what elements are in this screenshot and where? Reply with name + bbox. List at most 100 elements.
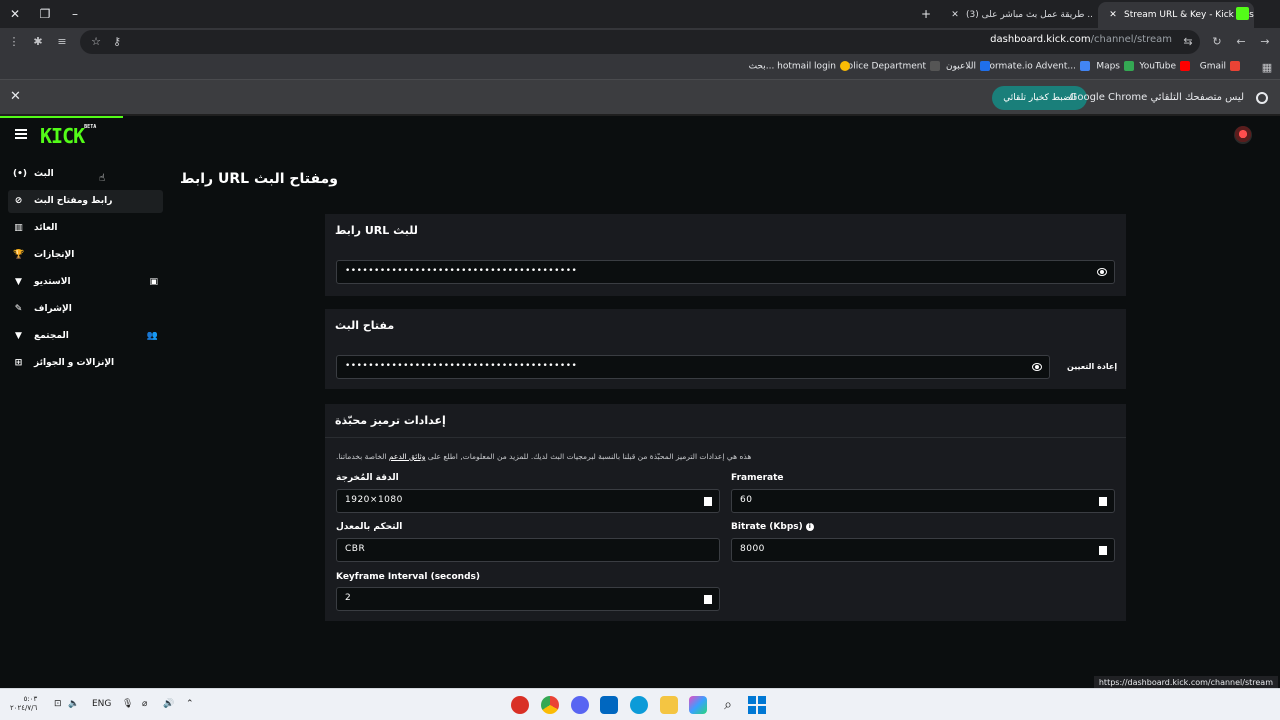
field-value: 2 <box>345 593 352 603</box>
forward-icon[interactable]: → <box>1256 33 1274 51</box>
reset-key-button[interactable]: إعادة التعيين <box>1059 355 1126 379</box>
keyframe-field[interactable]: 2 <box>336 587 720 611</box>
back-icon[interactable]: ← <box>1232 33 1250 51</box>
sidebar-item-drops[interactable]: ⊞ الإنزالات و الجوائز <box>8 352 163 375</box>
store-icon[interactable] <box>600 696 618 714</box>
sidebar-item-label: الإنجازات <box>34 250 75 260</box>
field-value: 60 <box>740 495 753 505</box>
window-restore-icon[interactable]: ❐ <box>35 4 55 24</box>
sidebar-item-label: المجتمع <box>34 331 69 341</box>
users-icon: 👥 <box>146 331 158 341</box>
copy-icon[interactable] <box>704 595 712 604</box>
bookmark-players[interactable]: اللاعبون <box>946 61 990 72</box>
kick-logo[interactable]: KICKBETA <box>40 124 96 148</box>
resolution-field[interactable]: 1920×1080 <box>336 489 720 513</box>
tab-close-icon[interactable]: ✕ <box>1106 2 1120 28</box>
framerate-field[interactable]: 60 <box>731 489 1115 513</box>
show-hidden-icons-icon[interactable]: ⌃ <box>186 699 194 709</box>
user-avatar[interactable] <box>1234 126 1252 144</box>
stream-url-field[interactable]: •••••••••••••••••••••••••••••••••••••••• <box>336 260 1115 284</box>
app-icon[interactable] <box>511 696 529 714</box>
kick-dashboard-page: KICKBETA (•) البث ☝ ⊘ رابط ومفتاح البث ▥… <box>0 116 1280 689</box>
language-indicator[interactable]: ENG <box>92 699 111 709</box>
trophy-icon: 🏆 <box>13 250 25 260</box>
sidebar-item-label: رابط ومفتاح البث <box>34 196 113 206</box>
bookmark-star-icon[interactable]: ☆ <box>87 33 105 51</box>
stream-url-card: رابط URL للبث ••••••••••••••••••••••••••… <box>325 214 1126 296</box>
sidebar-item-label: الإشراف <box>34 304 72 314</box>
extensions-icon[interactable]: ✱ <box>29 33 47 51</box>
sidebar-item-stream[interactable]: (•) البث ☝ <box>8 163 163 186</box>
url-text[interactable]: dashboard.kick.com/channel/stream <box>990 34 1172 45</box>
tab-kick-dashboard[interactable]: ✕ Stream URL & Key - Kick Dashb <box>1098 2 1254 28</box>
windows-taskbar: ٥:٠٣ ٢٠٢٤/٧/٦ ⊡ 🔈 ENG 🎙 ⌀ 🔊 ⌃ ⌕ <box>0 688 1280 720</box>
broadcast-icon: (•) <box>13 169 27 179</box>
bookmark-hotmail[interactable]: بحث... hotmail login <box>749 61 850 72</box>
sidebar-item-moderation[interactable]: ✎ الإشراف <box>8 298 163 321</box>
rate-control-field[interactable]: CBR <box>336 538 720 562</box>
browser-tab-strip: ✕ ❐ – + ✕ (3) طريقة عمل بث مباشر على .. ✕… <box>0 0 1280 28</box>
bookmark-maps[interactable]: Maps <box>1096 61 1134 72</box>
copy-icon[interactable] <box>704 497 712 506</box>
wormate-icon <box>1080 61 1090 71</box>
link-icon: ⊘ <box>14 196 23 206</box>
bookmark-youtube[interactable]: YouTube <box>1139 61 1190 72</box>
tab-close-icon[interactable]: ✕ <box>948 2 962 28</box>
masked-value: •••••••••••••••••••••••••••••••••••••••• <box>345 361 578 371</box>
bookmark-gmail[interactable]: Gmail <box>1200 61 1240 72</box>
file-explorer-icon[interactable] <box>660 696 678 714</box>
reading-list-icon[interactable]: ≡ <box>53 33 71 51</box>
chevron-down-icon: ▼ <box>15 331 22 341</box>
sidebar-item-revenue[interactable]: ▥ العائد <box>8 217 163 240</box>
sidebar-item-stream-url-key[interactable]: ⊘ رابط ومفتاح البث <box>8 190 163 213</box>
eye-icon[interactable] <box>1032 363 1042 371</box>
menu-icon[interactable]: ⋮ <box>5 33 23 51</box>
search-icon[interactable]: ⌕ <box>719 696 737 714</box>
copy-icon[interactable] <box>1099 497 1107 506</box>
field-value: CBR <box>345 544 366 554</box>
discord-icon[interactable] <box>571 696 589 714</box>
sidebar-item-community[interactable]: ▼ المجتمع 👥 <box>8 325 163 348</box>
masked-value: •••••••••••••••••••••••••••••••••••••••• <box>345 266 578 276</box>
hamburger-menu-icon[interactable] <box>15 129 27 139</box>
sidebar-item-achievements[interactable]: 🏆 الإنجازات <box>8 244 163 267</box>
start-menu-icon[interactable] <box>748 696 766 714</box>
password-key-icon[interactable]: ⚷ <box>108 33 126 51</box>
notifications-icon[interactable]: ⊡ <box>54 699 62 709</box>
copilot-icon[interactable] <box>689 696 707 714</box>
copy-icon[interactable] <box>1099 546 1107 555</box>
maps-icon <box>1124 61 1134 71</box>
google-icon <box>840 61 850 71</box>
players-icon <box>980 61 990 71</box>
infobar-close-icon[interactable]: ✕ <box>10 89 21 104</box>
window-close-icon[interactable]: ✕ <box>5 4 25 24</box>
apps-grid-icon[interactable]: ▦ <box>1258 59 1276 77</box>
new-tab-button[interactable]: + <box>916 4 936 24</box>
bookmark-wormate[interactable]: Wormate.io Advent... <box>981 61 1090 72</box>
sidebar-item-label: الإنزالات و الجوائز <box>34 358 115 368</box>
studio-icon: ▣ <box>149 277 158 287</box>
sidebar-item-studio[interactable]: ▼ الاستديو ▣ <box>8 271 163 294</box>
speaker-icon[interactable]: 🔊 <box>163 699 174 709</box>
bookmarks-bar: ▦ Gmail YouTube Maps Wormate.io Advent..… <box>0 56 1280 80</box>
window-minimize-icon[interactable]: – <box>65 4 85 24</box>
stream-key-card: مفتاح البث •••••••••••••••••••••••••••••… <box>325 309 1126 389</box>
system-clock[interactable]: ٥:٠٣ ٢٠٢٤/٧/٦ <box>10 695 37 713</box>
chrome-taskbar-icon[interactable] <box>541 696 559 714</box>
info-icon[interactable]: i <box>805 522 814 531</box>
bitrate-field[interactable]: 8000 <box>731 538 1115 562</box>
bookmark-police[interactable]: Police Department <box>843 61 940 72</box>
card-header: مفتاح البث <box>325 309 1126 343</box>
support-docs-link[interactable]: وثائق الدعم <box>389 452 426 461</box>
gmail-icon <box>1230 61 1240 71</box>
microphone-icon[interactable]: 🎙 <box>122 699 133 709</box>
edge-icon[interactable] <box>630 696 648 714</box>
network-icon[interactable]: ⌀ <box>142 699 147 709</box>
site-settings-icon[interactable]: ⇆ <box>1179 33 1197 51</box>
volume-icon[interactable]: 🔈 <box>68 699 79 709</box>
encoding-description: .هذه هي إعدادات الترميز المحبّذة من قبلن… <box>336 452 752 461</box>
stream-key-field[interactable]: •••••••••••••••••••••••••••••••••••••••• <box>336 355 1050 379</box>
eye-icon[interactable] <box>1097 268 1107 276</box>
reload-icon[interactable]: ↻ <box>1208 33 1226 51</box>
tab-youtube[interactable]: ✕ (3) طريقة عمل بث مباشر على .. <box>940 2 1096 28</box>
